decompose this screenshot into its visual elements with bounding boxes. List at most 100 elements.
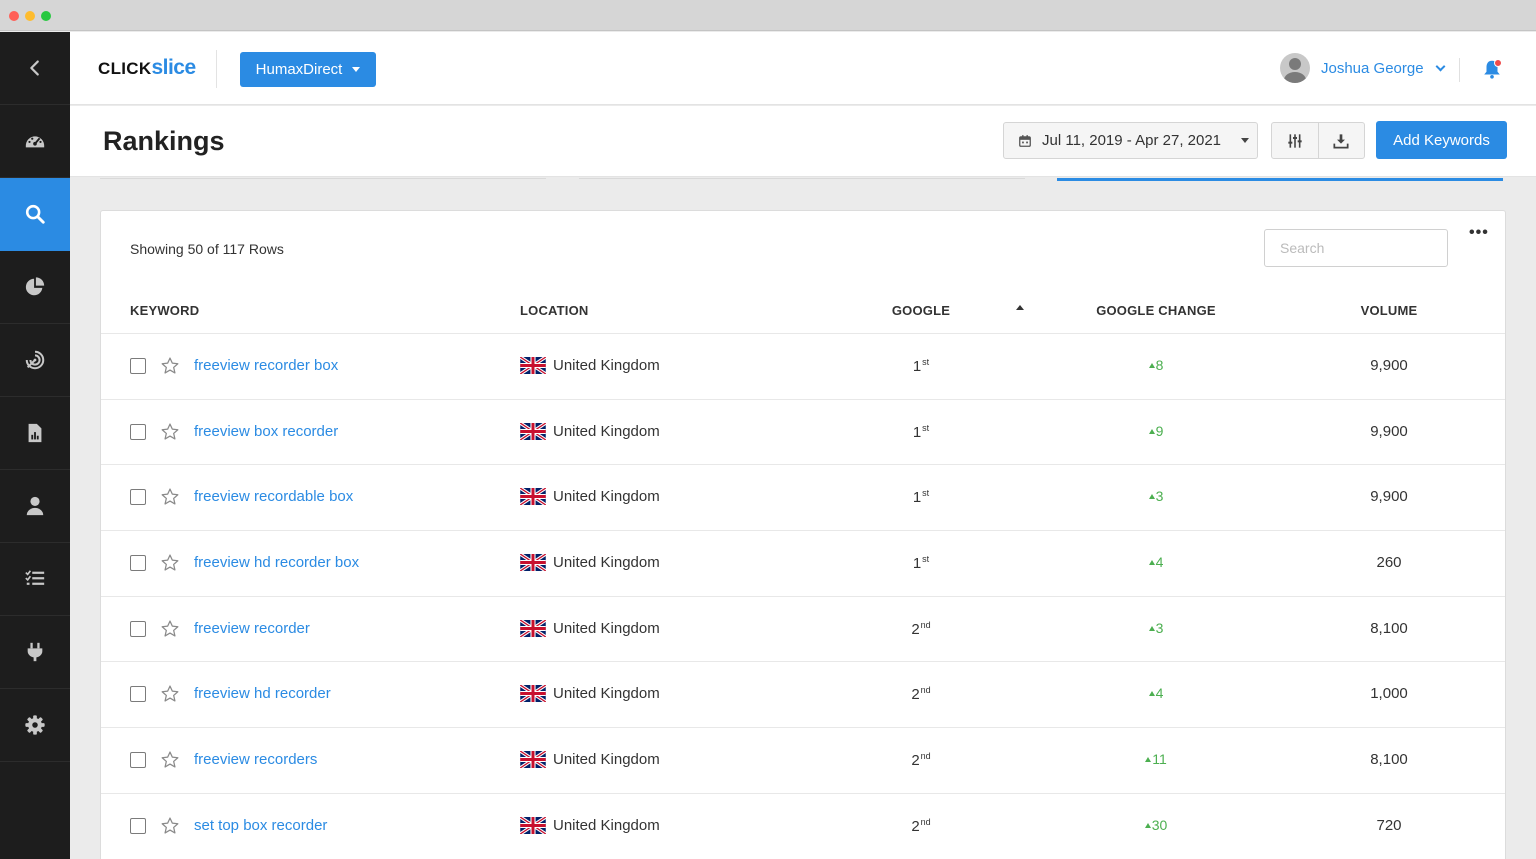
uk-flag-icon: [520, 422, 546, 440]
rank-suffix: nd: [920, 751, 931, 762]
search-volume: 720: [1376, 816, 1402, 834]
column-header-location[interactable]: LOCATION: [520, 303, 589, 318]
google-rank: 2nd: [861, 817, 981, 835]
row-checkbox[interactable]: [130, 358, 146, 374]
sidebar-item-tasks[interactable]: [0, 543, 70, 616]
table-actions: [1271, 122, 1365, 159]
table-row: freeview hd recorder box United Kingdom …: [101, 531, 1505, 597]
keyword-link[interactable]: freeview hd recorder: [194, 685, 331, 702]
calendar-icon: [1019, 134, 1031, 147]
rank-value: 1: [912, 423, 922, 441]
star-icon[interactable]: [160, 487, 180, 507]
up-arrow-icon: [1148, 494, 1155, 500]
row-checkbox[interactable]: [130, 686, 146, 703]
target-icon: [25, 350, 45, 370]
columns-button[interactable]: [1272, 123, 1318, 158]
uk-flag-icon: [520, 488, 546, 506]
row-checkbox[interactable]: [130, 555, 146, 572]
column-header-volume[interactable]: VOLUME: [1329, 303, 1449, 318]
google-rank: 2nd: [861, 751, 981, 769]
up-arrow-icon: [1148, 560, 1155, 566]
date-range-picker[interactable]: Jul 11, 2019 - Apr 27, 2021: [1003, 122, 1258, 159]
star-icon[interactable]: [160, 816, 180, 836]
sidebar-item-analytics[interactable]: [0, 251, 70, 324]
top-header: CLICKslice HumaxDirect Joshua George: [70, 32, 1536, 105]
more-options-icon[interactable]: •••: [1469, 224, 1489, 242]
search-volume: 8,100: [1370, 619, 1408, 637]
keyword-link[interactable]: freeview recorder box: [194, 357, 338, 374]
window-titlebar: [0, 0, 1536, 31]
sidebar-item-reports[interactable]: [0, 397, 70, 470]
sidebar-item-users[interactable]: [0, 470, 70, 543]
sidebar-item-back[interactable]: [0, 32, 70, 105]
google-change: 3: [1096, 620, 1216, 636]
up-arrow-icon: [1144, 822, 1151, 828]
row-checkbox[interactable]: [130, 423, 146, 440]
table-row: freeview hd recorder United Kingdom 2nd …: [101, 662, 1505, 729]
download-button[interactable]: [1317, 123, 1365, 158]
user-menu[interactable]: Joshua George: [1280, 53, 1446, 83]
change-value: 4: [1155, 554, 1164, 571]
keyword-link[interactable]: freeview box recorder: [194, 423, 338, 440]
clickslice-logo[interactable]: CLICKslice: [98, 56, 196, 80]
keyword-link[interactable]: freeview recorder: [194, 620, 310, 637]
window-close-button[interactable]: [9, 11, 19, 21]
header-divider: [216, 50, 217, 88]
row-checkbox[interactable]: [130, 489, 146, 506]
rank-value: 1: [912, 358, 922, 375]
star-icon[interactable]: [160, 553, 180, 573]
list-icon: [25, 570, 45, 585]
sidebar-item-settings[interactable]: [0, 689, 70, 762]
search-icon: [25, 204, 45, 224]
sidebar-item-integrations[interactable]: [0, 616, 70, 689]
star-icon[interactable]: [160, 356, 180, 376]
star-icon[interactable]: [160, 619, 180, 639]
location-label: United Kingdom: [553, 422, 660, 440]
location-cell: United Kingdom: [520, 554, 660, 572]
add-keywords-button[interactable]: Add Keywords: [1376, 121, 1507, 159]
row-checkbox[interactable]: [130, 620, 146, 637]
search-volume: 260: [1376, 554, 1402, 572]
uk-flag-icon: [520, 685, 546, 703]
keyword-link[interactable]: freeview recorders: [194, 751, 317, 768]
table-row: set top box recorder United Kingdom 2nd …: [101, 794, 1505, 859]
client-selector-button[interactable]: HumaxDirect: [240, 52, 376, 87]
search-input[interactable]: [1264, 229, 1448, 267]
search-volume: 8,100: [1370, 751, 1408, 769]
keyword-link[interactable]: freeview recordable box: [194, 488, 353, 505]
star-icon[interactable]: [160, 750, 180, 770]
location-cell: United Kingdom: [520, 751, 660, 769]
keyword-link[interactable]: freeview hd recorder box: [194, 554, 359, 571]
location-label: United Kingdom: [553, 554, 660, 572]
sidebar-item-tracking[interactable]: [0, 324, 70, 397]
uk-flag-icon: [520, 751, 546, 769]
google-change: 11: [1096, 751, 1216, 767]
star-icon[interactable]: [160, 684, 180, 704]
up-arrow-icon: [1148, 428, 1155, 434]
window-maximize-button[interactable]: [41, 11, 51, 21]
caret-down-icon: [1241, 138, 1250, 143]
sidebar-item-rankings[interactable]: [0, 178, 70, 251]
gear-icon: [25, 715, 45, 735]
dashboard-icon: [25, 136, 45, 148]
sidebar-item-dashboard[interactable]: [0, 105, 70, 178]
google-rank: 2nd: [861, 685, 981, 703]
keyword-link[interactable]: set top box recorder: [194, 817, 327, 834]
column-header-google-change[interactable]: GOOGLE CHANGE: [1081, 303, 1231, 318]
table-row: freeview recorder box United Kingdom 1st…: [101, 334, 1505, 400]
row-checkbox[interactable]: [130, 752, 146, 769]
change-value: 4: [1155, 685, 1164, 702]
window-minimize-button[interactable]: [25, 11, 35, 21]
header-divider-right: [1459, 58, 1460, 82]
change-value: 9: [1155, 422, 1164, 439]
sliders-icon: [1288, 133, 1302, 148]
column-header-keyword[interactable]: KEYWORD: [130, 303, 199, 318]
star-icon[interactable]: [160, 422, 180, 442]
plug-icon: [27, 642, 43, 662]
summary-tab-indicator: [579, 178, 1025, 179]
location-label: United Kingdom: [553, 816, 660, 834]
column-header-google[interactable]: GOOGLE: [861, 303, 981, 318]
sort-ascending-icon[interactable]: [1016, 305, 1024, 310]
table-header: KEYWORD LOCATION GOOGLE GOOGLE CHANGE VO…: [101, 297, 1505, 334]
row-checkbox[interactable]: [130, 817, 146, 834]
